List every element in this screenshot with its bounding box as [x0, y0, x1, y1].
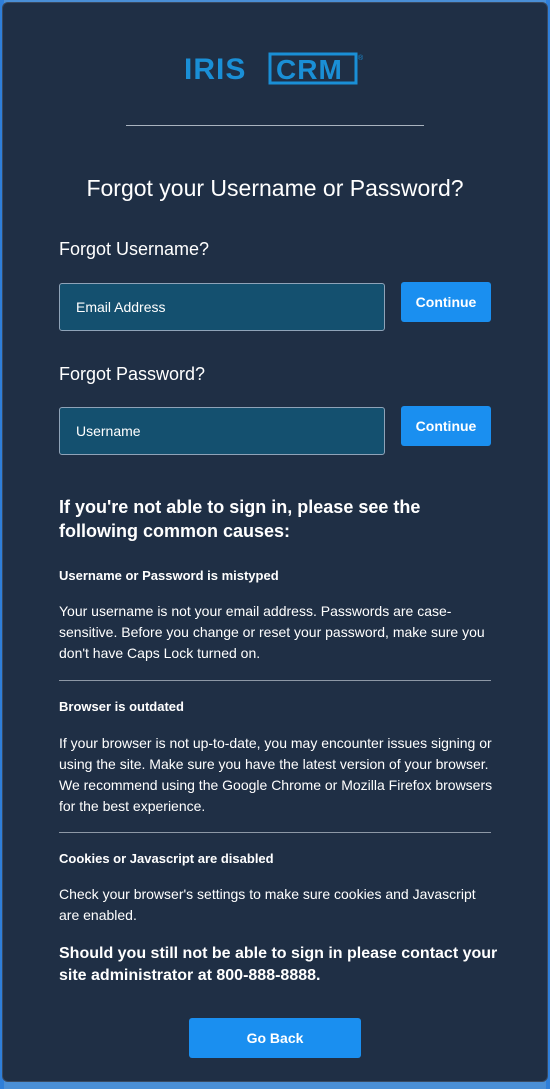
page-title: Forgot your Username or Password?: [86, 175, 464, 201]
go-back-button[interactable]: Go Back: [189, 1018, 361, 1058]
cause-body-cookies: Check your browser's settings to make su…: [59, 886, 476, 923]
logo-text-iris: IRIS: [184, 53, 246, 85]
cause-body-mistyped: Your username is not your email address.…: [59, 603, 485, 661]
common-causes-heading: If you're not able to sign in, please se…: [59, 497, 421, 541]
forgot-credentials-panel: IRIS CRM ® Forgot your Username or Passw…: [2, 2, 548, 1082]
cause-body-browser: If your browser is not up-to-date, you m…: [59, 735, 493, 814]
forgot-password-heading: Forgot Password?: [59, 364, 206, 384]
logo-graphic: IRIS CRM ®: [184, 52, 364, 85]
cause-divider: [59, 832, 491, 833]
continue-username-button[interactable]: Continue: [401, 282, 491, 322]
cause-divider: [59, 680, 491, 681]
email-address-input[interactable]: Email Address: [59, 283, 385, 331]
cause-title-mistyped: Username or Password is mistyped: [59, 568, 279, 583]
logo-text-crm: CRM: [276, 54, 343, 85]
header-divider: [126, 125, 424, 126]
cause-title-cookies: Cookies or Javascript are disabled: [59, 851, 274, 866]
forgot-username-heading: Forgot Username?: [59, 239, 210, 259]
continue-password-button[interactable]: Continue: [401, 406, 491, 446]
username-input[interactable]: Username: [59, 407, 385, 455]
contact-admin-text: Should you still not be able to sign in …: [59, 945, 498, 984]
cause-title-browser: Browser is outdated: [59, 699, 184, 714]
iris-crm-logo: IRIS CRM ®: [3, 51, 547, 85]
logo-registered-mark: ®: [358, 54, 364, 62]
